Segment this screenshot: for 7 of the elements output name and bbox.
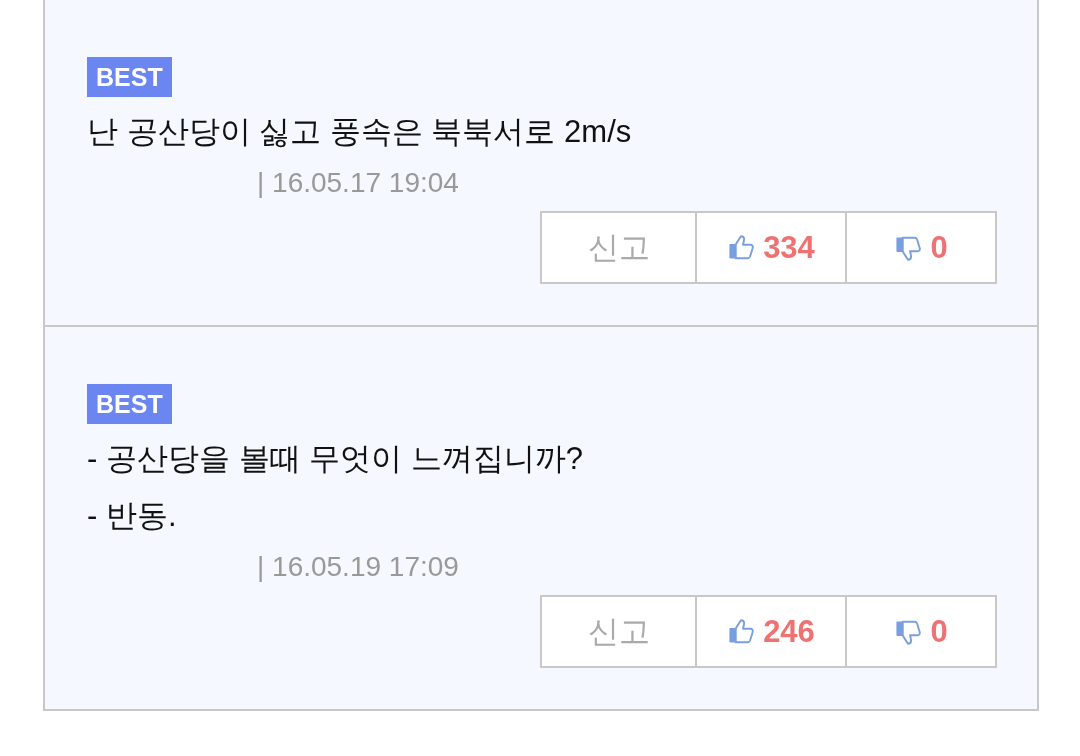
best-badge: BEST [87,384,172,424]
comment-text: - 공산당을 볼때 무엇이 느껴집니까? [87,440,584,478]
best-badge: BEST [87,57,172,97]
comment-date: | 16.05.17 19:04 [257,166,460,200]
comment-date: | 16.05.19 17:09 [257,550,460,584]
comment-text: - 반동. [87,497,178,535]
comment-text: 난 공산당이 싫고 풍속은 북북서로 2m/s [87,113,633,151]
